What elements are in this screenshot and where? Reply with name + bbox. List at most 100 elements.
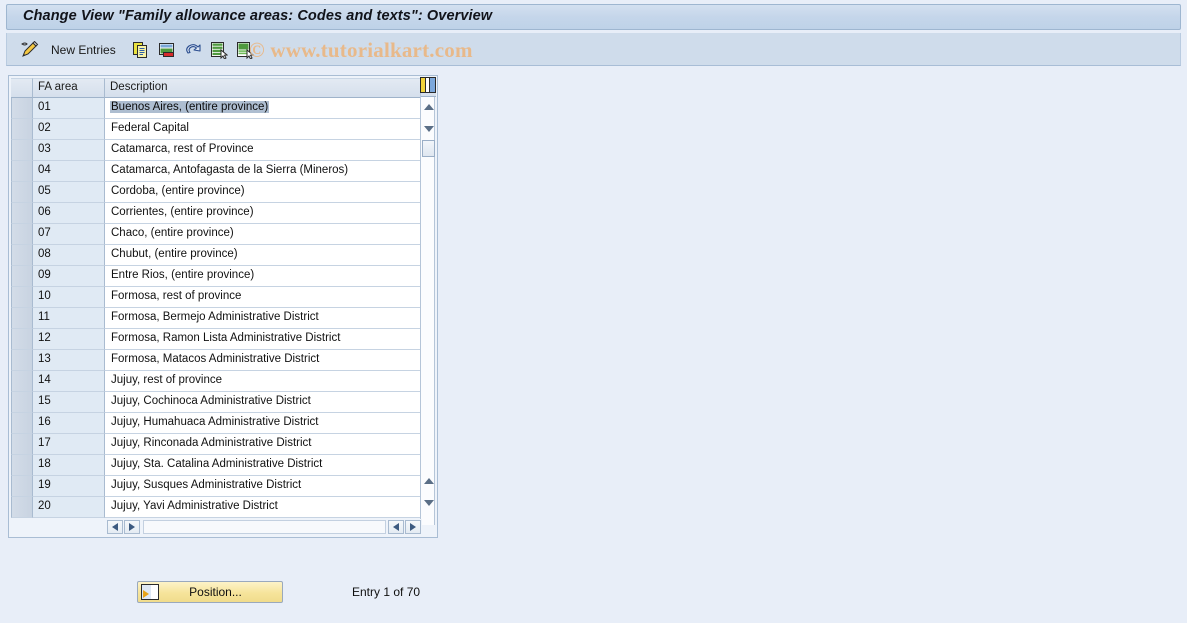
hscroll-left-button[interactable] [107, 520, 123, 534]
cell-fa-area[interactable]: 17 [33, 434, 105, 455]
table-row[interactable]: 08 Chubut, (entire province) [11, 245, 422, 266]
table-row[interactable]: 02 Federal Capital [11, 119, 422, 140]
table-row[interactable]: 20 Jujuy, Yavi Administrative District [11, 497, 422, 518]
cell-fa-area[interactable]: 01 [33, 98, 105, 119]
cell-description[interactable]: Chubut, (entire province) [105, 245, 422, 266]
hscroll-page-left-button[interactable] [388, 520, 404, 534]
cell-fa-area[interactable]: 10 [33, 287, 105, 308]
cell-description[interactable]: Jujuy, Yavi Administrative District [105, 497, 422, 518]
table-row[interactable]: 19 Jujuy, Susques Administrative District [11, 476, 422, 497]
cell-description[interactable]: Jujuy, Humahuaca Administrative District [105, 413, 422, 434]
row-select-cell[interactable] [11, 161, 33, 182]
row-select-cell[interactable] [11, 140, 33, 161]
table-row[interactable]: 04 Catamarca, Antofagasta de la Sierra (M… [11, 161, 422, 182]
select-all-button[interactable] [206, 38, 232, 62]
cell-description[interactable]: Entre Rios, (entire province) [105, 266, 422, 287]
scrollbar-thumb[interactable] [422, 140, 435, 157]
table-row[interactable]: 16 Jujuy, Humahuaca Administrative Distri… [11, 413, 422, 434]
cell-description[interactable]: Catamarca, rest of Province [105, 140, 422, 161]
cell-fa-area[interactable]: 02 [33, 119, 105, 140]
row-select-cell[interactable] [11, 266, 33, 287]
row-select-cell[interactable] [11, 455, 33, 476]
cell-fa-area[interactable]: 14 [33, 371, 105, 392]
table-settings-icon[interactable] [420, 77, 436, 93]
row-select-cell[interactable] [11, 497, 33, 518]
row-select-cell[interactable] [11, 203, 33, 224]
hscroll-right-button[interactable] [124, 520, 140, 534]
cell-fa-area[interactable]: 19 [33, 476, 105, 497]
cell-description[interactable]: Jujuy, Rinconada Administrative District [105, 434, 422, 455]
table-row[interactable]: 12 Formosa, Ramon Lista Administrative Di… [11, 329, 422, 350]
cell-description[interactable]: Buenos Aires, (entire province) [105, 98, 422, 119]
cell-description[interactable]: Corrientes, (entire province) [105, 203, 422, 224]
cell-description[interactable]: Formosa, Bermejo Administrative District [105, 308, 422, 329]
scroll-down-button[interactable] [422, 122, 435, 136]
row-select-cell[interactable] [11, 245, 33, 266]
scroll-page-up-button[interactable] [422, 474, 435, 488]
cell-fa-area[interactable]: 07 [33, 224, 105, 245]
table-row[interactable]: 09 Entre Rios, (entire province) [11, 266, 422, 287]
table-row[interactable]: 07 Chaco, (entire province) [11, 224, 422, 245]
hscroll-page-right-button[interactable] [405, 520, 421, 534]
scroll-page-down-button[interactable] [422, 496, 435, 510]
table-row[interactable]: 17 Jujuy, Rinconada Administrative Distri… [11, 434, 422, 455]
cell-description[interactable]: Formosa, Ramon Lista Administrative Dist… [105, 329, 422, 350]
table-row[interactable]: 14 Jujuy, rest of province [11, 371, 422, 392]
cell-fa-area[interactable]: 16 [33, 413, 105, 434]
row-select-cell[interactable] [11, 182, 33, 203]
cell-fa-area[interactable]: 06 [33, 203, 105, 224]
cell-description[interactable]: Jujuy, Sta. Catalina Administrative Dist… [105, 455, 422, 476]
row-select-cell[interactable] [11, 413, 33, 434]
row-select-cell[interactable] [11, 392, 33, 413]
row-select-cell[interactable] [11, 119, 33, 140]
cell-fa-area[interactable]: 15 [33, 392, 105, 413]
table-row[interactable]: 13 Formosa, Matacos Administrative Distri… [11, 350, 422, 371]
table-row[interactable]: 03 Catamarca, rest of Province [11, 140, 422, 161]
column-header-fa-area[interactable]: FA area [33, 78, 105, 98]
cell-fa-area[interactable]: 11 [33, 308, 105, 329]
row-select-cell[interactable] [11, 224, 33, 245]
cell-fa-area[interactable]: 03 [33, 140, 105, 161]
table-horizontal-scrollbar[interactable] [11, 519, 422, 535]
table-row[interactable]: 06 Corrientes, (entire province) [11, 203, 422, 224]
row-select-cell[interactable] [11, 371, 33, 392]
cell-fa-area[interactable]: 09 [33, 266, 105, 287]
delete-button[interactable] [154, 38, 180, 62]
table-row[interactable]: 15 Jujuy, Cochinoca Administrative Distri… [11, 392, 422, 413]
row-select-cell[interactable] [11, 476, 33, 497]
cell-description[interactable]: Jujuy, rest of province [105, 371, 422, 392]
cell-fa-area[interactable]: 05 [33, 182, 105, 203]
cell-fa-area[interactable]: 20 [33, 497, 105, 518]
cell-description[interactable]: Jujuy, Cochinoca Administrative District [105, 392, 422, 413]
cell-description[interactable]: Catamarca, Antofagasta de la Sierra (Min… [105, 161, 422, 182]
table-row[interactable]: 18 Jujuy, Sta. Catalina Administrative Di… [11, 455, 422, 476]
cell-description[interactable]: Formosa, rest of province [105, 287, 422, 308]
cell-fa-area[interactable]: 18 [33, 455, 105, 476]
table-vertical-scrollbar[interactable] [420, 78, 436, 525]
table-row[interactable]: 11 Formosa, Bermejo Administrative Distri… [11, 308, 422, 329]
cell-fa-area[interactable]: 13 [33, 350, 105, 371]
row-select-cell[interactable] [11, 434, 33, 455]
undo-button[interactable] [180, 38, 206, 62]
column-header-select[interactable] [11, 78, 33, 98]
table-row[interactable]: 05 Cordoba, (entire province) [11, 182, 422, 203]
row-select-cell[interactable] [11, 350, 33, 371]
column-header-description[interactable]: Description [105, 78, 422, 98]
row-select-cell[interactable] [11, 329, 33, 350]
cell-fa-area[interactable]: 04 [33, 161, 105, 182]
position-button[interactable]: Position... [137, 581, 283, 603]
display-change-button[interactable] [17, 38, 43, 62]
cell-description[interactable]: Chaco, (entire province) [105, 224, 422, 245]
cell-fa-area[interactable]: 12 [33, 329, 105, 350]
table-row[interactable]: 01 Buenos Aires, (entire province) [11, 98, 422, 119]
table-row[interactable]: 10 Formosa, rest of province [11, 287, 422, 308]
row-select-cell[interactable] [11, 308, 33, 329]
hscroll-track[interactable] [143, 520, 386, 534]
row-select-cell[interactable] [11, 287, 33, 308]
cell-description[interactable]: Cordoba, (entire province) [105, 182, 422, 203]
cell-description[interactable]: Formosa, Matacos Administrative District [105, 350, 422, 371]
scroll-up-button[interactable] [422, 100, 435, 114]
cell-description[interactable]: Federal Capital [105, 119, 422, 140]
new-entries-button[interactable]: New Entries [43, 43, 128, 57]
copy-as-button[interactable] [128, 38, 154, 62]
